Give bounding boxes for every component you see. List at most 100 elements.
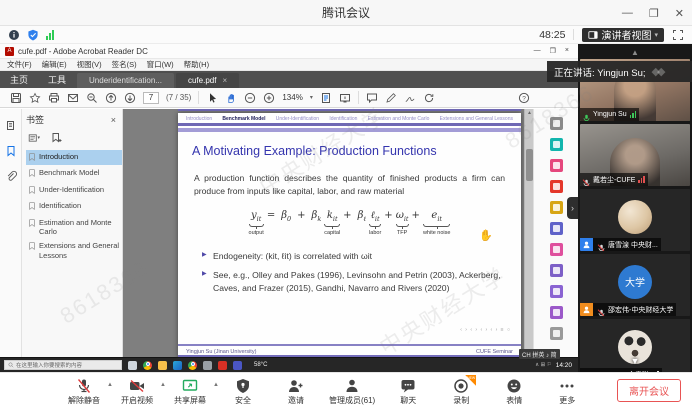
pages-icon[interactable]: [4, 119, 17, 132]
add-bookmark-icon[interactable]: [50, 132, 62, 144]
mail-icon[interactable]: [67, 92, 79, 104]
bookmark-item[interactable]: Under-Identification: [26, 183, 122, 198]
more-tools-icon[interactable]: [550, 327, 563, 340]
invite-button[interactable]: 邀请: [276, 375, 316, 406]
menu-item[interactable]: 视图(V): [77, 59, 102, 70]
chevron-down-icon[interactable]: ▾: [310, 94, 313, 101]
zoom-minus-icon[interactable]: [244, 92, 256, 104]
reading-mode-icon[interactable]: [339, 92, 351, 104]
document-tab[interactable]: Underidentification...: [77, 73, 174, 88]
bookmark-item[interactable]: Benchmark Model: [26, 166, 122, 181]
taskbar-clock[interactable]: 14:20: [556, 362, 574, 369]
record-button[interactable]: NEW录制: [441, 375, 481, 406]
chevron-up-icon[interactable]: ▲: [578, 46, 692, 59]
emoji-button[interactable]: 表情: [494, 375, 534, 406]
fill-sign-icon[interactable]: [550, 243, 563, 256]
page-number-input[interactable]: [143, 92, 159, 104]
bookmark-options-icon[interactable]: ▾: [28, 132, 40, 144]
help-icon[interactable]: ?: [518, 92, 530, 104]
security-button[interactable]: 安全: [223, 375, 263, 406]
chevron-up-icon[interactable]: ▲: [213, 382, 219, 388]
menu-item[interactable]: 帮助(H): [184, 59, 209, 70]
create-pdf-icon[interactable]: [550, 180, 563, 193]
close-icon[interactable]: ×: [565, 47, 569, 55]
participant-tile[interactable]: 大学邵宏伟-中央财经大学: [580, 254, 690, 316]
signal-icon[interactable]: [46, 30, 54, 40]
pdf-scrollbar[interactable]: ▲ ▼: [524, 109, 533, 357]
bookmark-item[interactable]: Extensions and General Lessons: [26, 239, 122, 262]
unmute-button[interactable]: 解除静音▲: [64, 375, 104, 406]
draw-icon[interactable]: [550, 306, 563, 319]
folder-icon[interactable]: [158, 361, 167, 370]
zoom-tool-icon[interactable]: [86, 92, 98, 104]
scan-ocr-icon[interactable]: [550, 285, 563, 298]
participant-tile[interactable]: 戴若尘-CUFE: [580, 124, 690, 186]
document-tab[interactable]: cufe.pdf×: [176, 73, 239, 88]
menu-item[interactable]: 签名(S): [112, 59, 137, 70]
pdf-document-area[interactable]: IntroductionBenchmark ModelUnder-Identif…: [123, 109, 524, 357]
settings-icon[interactable]: [203, 361, 212, 370]
paperclip-icon[interactable]: [4, 169, 17, 182]
chevron-up-icon[interactable]: ▲: [160, 382, 166, 388]
bookmark-item[interactable]: Introduction: [26, 150, 122, 165]
bookmark-item[interactable]: Identification: [26, 199, 122, 214]
ime-indicator[interactable]: CH 拼英 ♪ 简: [519, 349, 560, 359]
close-tab-icon[interactable]: ×: [222, 76, 227, 85]
hand-icon[interactable]: [225, 92, 237, 104]
tray-icons[interactable]: ∧ ⊞ ⚐: [535, 362, 552, 368]
taskbar-search-box[interactable]: 在这里输入你要搜索的内容: [4, 360, 122, 370]
minimize-icon[interactable]: —: [622, 7, 633, 19]
more-button[interactable]: 更多: [547, 375, 587, 406]
export-pdf-icon[interactable]: [550, 138, 563, 151]
search-tool-icon[interactable]: [550, 117, 563, 130]
members-button[interactable]: 管理成员(61): [329, 375, 375, 406]
page-down-icon[interactable]: [124, 92, 136, 104]
star-icon[interactable]: [29, 92, 41, 104]
chevron-down-icon[interactable]: ▼: [631, 356, 640, 366]
tab-home[interactable]: 主页: [0, 71, 38, 88]
select-icon[interactable]: [206, 92, 218, 104]
sign-icon[interactable]: [404, 92, 416, 104]
chat-button[interactable]: 聊天: [388, 375, 428, 406]
protect-icon[interactable]: [550, 264, 563, 277]
edge-icon[interactable]: [173, 361, 182, 370]
chrome-icon[interactable]: [188, 361, 197, 370]
mail-app-icon[interactable]: [128, 361, 137, 370]
video-button[interactable]: 开启视频▲: [117, 375, 157, 406]
tab-tools[interactable]: 工具: [38, 71, 76, 88]
sidebar-collapse-handle[interactable]: ›: [567, 197, 578, 219]
page-up-icon[interactable]: [105, 92, 117, 104]
minimize-icon[interactable]: —: [534, 47, 541, 55]
maximize-icon[interactable]: ❐: [649, 7, 659, 20]
menu-item[interactable]: 编辑(E): [42, 59, 67, 70]
bookmark-icon[interactable]: [4, 144, 17, 157]
leave-meeting-button[interactable]: 离开会议: [617, 379, 681, 402]
chevron-up-icon[interactable]: ▲: [107, 382, 113, 388]
red-app-icon[interactable]: [218, 361, 227, 370]
chrome-icon[interactable]: [143, 361, 152, 370]
save-icon[interactable]: [10, 92, 22, 104]
info-icon[interactable]: [8, 29, 20, 41]
taskbar-weather[interactable]: 58°C: [254, 362, 267, 368]
participant-tile[interactable]: 唐雪湶 中央财...: [580, 189, 690, 251]
view-mode-button[interactable]: 演讲者视图 ▾: [582, 28, 664, 42]
close-icon[interactable]: ×: [111, 115, 116, 125]
comment-tool-icon[interactable]: [550, 201, 563, 214]
pencil-icon[interactable]: [385, 92, 397, 104]
menu-item[interactable]: 文件(F): [7, 59, 32, 70]
fullscreen-icon[interactable]: [672, 29, 684, 41]
teams-icon[interactable]: [233, 361, 242, 370]
combine-files-icon[interactable]: [550, 222, 563, 235]
fit-page-icon[interactable]: [320, 92, 332, 104]
close-icon[interactable]: ✕: [675, 7, 684, 20]
share-button[interactable]: 共享屏幕▲: [170, 375, 210, 406]
print-icon[interactable]: [48, 92, 60, 104]
menu-item[interactable]: 窗口(W): [147, 59, 174, 70]
bookmark-item[interactable]: Estimation and Monte Carlo: [26, 216, 122, 239]
restore-icon[interactable]: ❐: [550, 47, 556, 55]
comment-icon[interactable]: [366, 92, 378, 104]
refresh-icon[interactable]: [423, 92, 435, 104]
scrollbar-thumb[interactable]: [526, 149, 533, 181]
shield-check-icon[interactable]: [27, 29, 39, 41]
zoom-plus-icon[interactable]: [263, 92, 275, 104]
